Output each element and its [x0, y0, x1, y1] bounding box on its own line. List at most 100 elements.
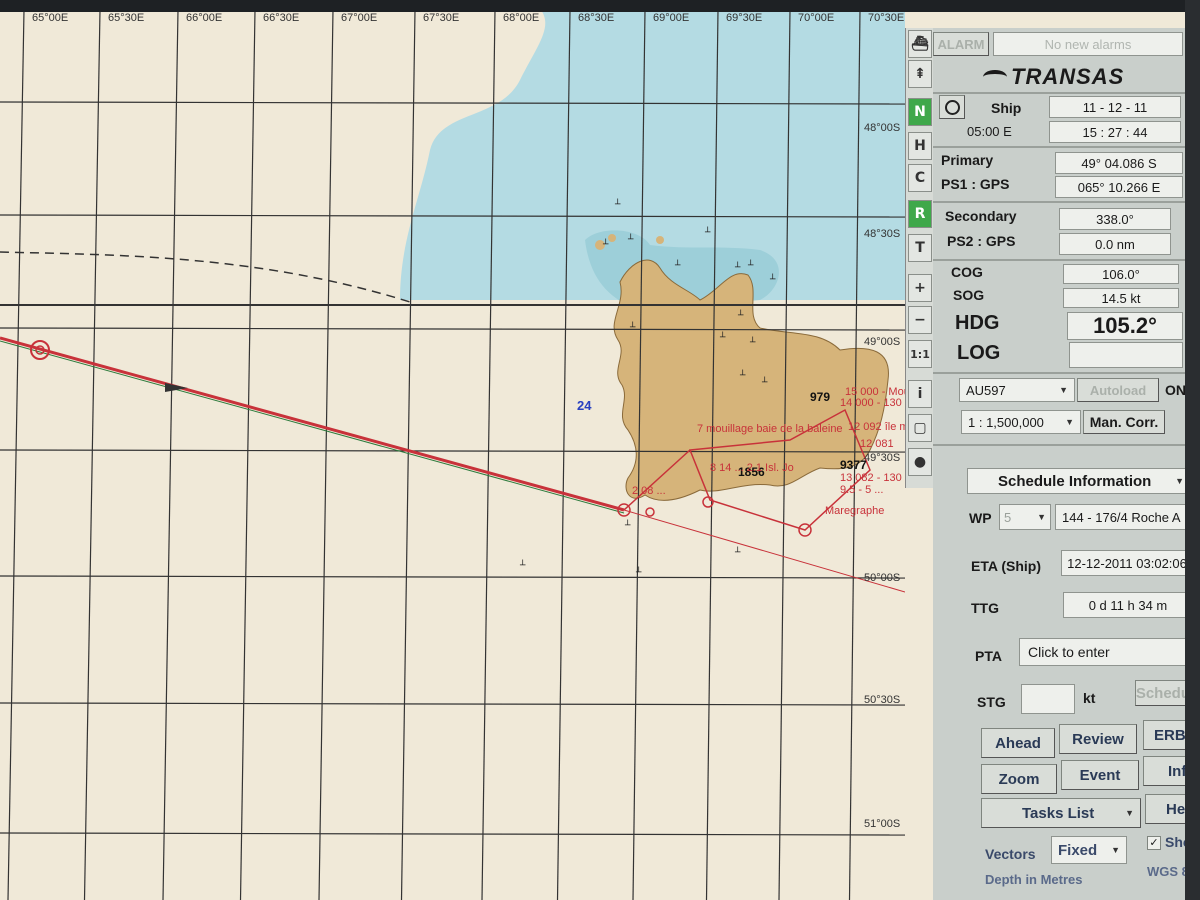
zoom-out-icon[interactable]: −	[908, 306, 932, 334]
datum-label: WGS 8	[1147, 864, 1189, 879]
clock-button[interactable]	[939, 95, 965, 119]
route-label: 14 000 - 130	[840, 397, 902, 409]
longitude-label: 67°30E	[423, 12, 460, 24]
autoload-button[interactable]: Autoload	[1077, 378, 1159, 402]
longitude-label: 69°30E	[726, 12, 763, 24]
date-field: 11 - 12 - 11	[1049, 96, 1181, 118]
svg-text:┴: ┴	[635, 566, 642, 578]
clock-zone: 05:00 E	[967, 124, 1012, 139]
stg-unit: kt	[1083, 690, 1096, 706]
chart-select[interactable]: AU597 ▼	[959, 378, 1075, 402]
primary-label: Primary	[941, 152, 994, 168]
event-button[interactable]: Event	[1061, 760, 1139, 790]
depth-label: 9377	[840, 458, 867, 472]
meridian-line	[83, 9, 101, 900]
ship-symbol	[165, 383, 188, 392]
tasks-list-select[interactable]: Tasks List ▼	[981, 798, 1141, 828]
waypoint-marker	[645, 507, 655, 517]
islet	[656, 236, 664, 244]
meridian-line	[239, 9, 256, 900]
parallel-line	[0, 575, 905, 579]
latitude-label: 49°30S	[864, 452, 901, 464]
stg-label: STG	[977, 694, 1006, 710]
wp-label: WP	[969, 510, 992, 526]
circle-icon[interactable]: ●	[908, 448, 932, 476]
page-icon[interactable]: ▢	[908, 414, 932, 442]
show-checkbox[interactable]: ✓	[1147, 836, 1161, 850]
clock-ship-label: Ship	[991, 100, 1022, 116]
scale-one-to-one-icon[interactable]: 1:1	[908, 340, 932, 368]
depth-units-label: Depth in Metres	[985, 872, 1083, 887]
dashed-boundary-line	[0, 251, 411, 303]
ps2-label: PS2 : GPS	[947, 233, 1016, 249]
pta-input[interactable]: Click to enter	[1019, 638, 1193, 666]
scale-select[interactable]: 1 : 1,500,000 ▼	[961, 410, 1081, 434]
time-field: 15 : 27 : 44	[1049, 121, 1181, 143]
vectors-select[interactable]: Fixed ▼	[1051, 836, 1127, 864]
sog-field: 14.5 kt	[1063, 288, 1179, 308]
sog-label: SOG	[953, 287, 985, 303]
stg-input[interactable]	[1021, 684, 1075, 714]
longitude-field: 065° 10.266 E	[1055, 176, 1183, 198]
head-up-icon[interactable]: ⇞	[908, 60, 932, 88]
man-corr-button[interactable]: Man. Corr.	[1083, 410, 1165, 434]
brand-text: TRANSAS	[1011, 64, 1125, 89]
latitude-label: 48°00S	[864, 122, 901, 134]
route-leg	[0, 336, 625, 512]
secondary-distance-field: 0.0 nm	[1059, 233, 1171, 255]
info-icon[interactable]: i	[908, 380, 932, 408]
latitude-label: 48°30S	[864, 228, 901, 240]
eta-label: ETA (Ship)	[971, 558, 1041, 574]
chevron-down-icon: ▼	[1059, 385, 1068, 395]
true-motion-icon[interactable]: T	[908, 234, 932, 262]
control-panel: ALARM No new alarms TRANSAS Ship 05:00 E…	[933, 28, 1200, 900]
tasks-list-value: Tasks List	[1022, 804, 1095, 822]
wp-number-value: 5	[1004, 509, 1012, 525]
meridian-line	[318, 9, 334, 900]
route-label: 8 14 ... 2.1 Isl. Jo	[710, 462, 794, 474]
wp-name-field: 144 - 176/4 Roche A	[1055, 504, 1193, 530]
nautical-chart[interactable]: ┴ ┴ ┴ ┴ ┴ ┴ ┴ ┴ ┴ ┴ ┴ ┴ ┴ ┴ ┴ ┴ ┴ ┴ 65°00E 65°30E 66°0…	[0, 0, 905, 900]
relative-motion-icon[interactable]: R	[908, 200, 932, 228]
alarm-button[interactable]: ALARM	[933, 32, 989, 56]
head-up-h-icon[interactable]: H	[908, 132, 932, 160]
review-button[interactable]: Review	[1059, 724, 1137, 754]
wp-number-select[interactable]: 5 ▼	[999, 504, 1051, 530]
pta-label: PTA	[975, 648, 1002, 664]
latitude-label: 50°30S	[864, 694, 901, 706]
monitor-bezel-top	[0, 0, 1200, 12]
chart-canvas[interactable]: ┴ ┴ ┴ ┴ ┴ ┴ ┴ ┴ ┴ ┴ ┴ ┴ ┴ ┴ ┴ ┴ ┴ ┴	[0, 0, 905, 900]
svg-text:┴: ┴	[761, 376, 768, 388]
svg-text:┴: ┴	[734, 261, 741, 273]
course-up-icon[interactable]: C	[908, 164, 932, 192]
longitude-label: 68°00E	[503, 12, 540, 24]
chevron-down-icon: ▼	[1065, 417, 1074, 427]
ttg-label: TTG	[971, 600, 999, 616]
latitude-label: 49°00S	[864, 336, 901, 348]
route-label: 7 mouillage baie de la baleine	[697, 423, 843, 435]
log-label: LOG	[957, 342, 1001, 364]
north-up-icon[interactable]: N	[908, 98, 932, 126]
ahead-button[interactable]: Ahead	[981, 728, 1055, 758]
brand-logo: TRANSAS	[983, 64, 1124, 90]
svg-text:┴: ┴	[739, 369, 746, 381]
longitude-label: 65°30E	[108, 12, 145, 24]
eta-field: 12-12-2011 03:02:06	[1061, 550, 1193, 576]
secondary-label: Secondary	[945, 208, 1017, 224]
ship-mode-icon[interactable]: ⛴	[908, 30, 932, 58]
zoom-button[interactable]: Zoom	[981, 764, 1057, 794]
zoom-in-icon[interactable]: +	[908, 274, 932, 302]
latitude-field: 49° 04.086 S	[1055, 152, 1183, 174]
parallel-line	[0, 832, 905, 836]
svg-text:┴: ┴	[747, 259, 754, 271]
clock-icon	[944, 99, 960, 115]
route-leg	[623, 509, 905, 593]
route-label: 12 092 île m	[848, 421, 905, 433]
schedule-select[interactable]: Schedule Information ▼	[967, 468, 1193, 494]
longitude-label: 70°30E	[868, 12, 905, 24]
alarm-status: No new alarms	[993, 32, 1183, 56]
cog-field: 106.0°	[1063, 264, 1179, 284]
longitude-label: 67°00E	[341, 12, 378, 24]
islet	[608, 234, 616, 242]
svg-text:┴: ┴	[674, 259, 681, 271]
